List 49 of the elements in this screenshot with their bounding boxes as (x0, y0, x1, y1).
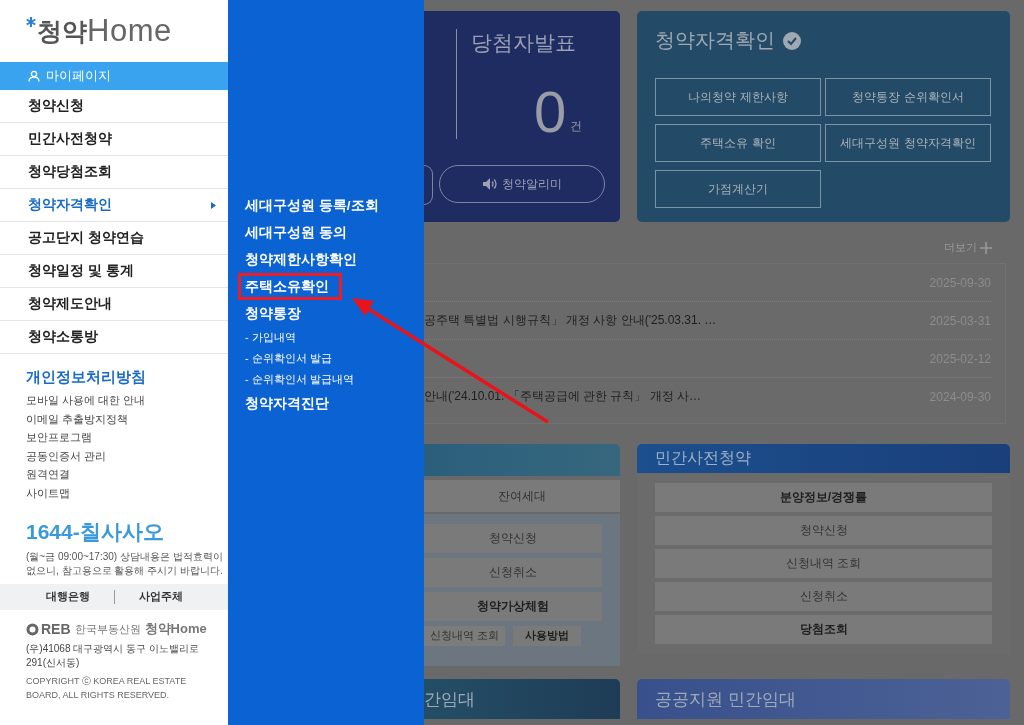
notice-title[interactable]: 안내('24.10.01. 「주택공급에 관한 규칙」 개정 사… (424, 388, 701, 405)
eligibility-button[interactable]: 세대구성원 청약자격확인 (825, 124, 991, 162)
card-header: 민간사전청약 (637, 444, 1010, 473)
plus-icon (980, 241, 992, 254)
footer-tab[interactable]: 대행은행 (21, 590, 114, 604)
speaker-icon (482, 178, 497, 190)
caret-icon (211, 201, 216, 209)
copyright-text: COPYRIGHT ⓒ KOREA REAL ESTATE BOARD, ALL RIGHTS RESERVED. (26, 675, 188, 702)
tab[interactable]: 잔여세대 (424, 480, 620, 512)
small-button[interactable]: 사용방법 (512, 626, 581, 646)
site-logo[interactable]: 청약Home (26, 13, 172, 49)
eligibility-button[interactable]: 나의청약 제한사항 (655, 78, 821, 116)
footer-link[interactable]: 사이트맵 (26, 483, 228, 502)
card-header: 공공지원 민간임대 (637, 679, 1010, 719)
footer-link[interactable]: 원격연결 (26, 465, 228, 484)
submenu-item[interactable]: 주택소유확인 (238, 273, 342, 300)
address-text: (우)41068 대구광역시 동구 이노밸리로 291(신서동) (26, 642, 200, 670)
footer-link[interactable]: 보안프로그램 (26, 428, 228, 447)
notice-title[interactable]: 공주택 특별법 시행규칙」 개정 사항 안내('25.03.31. … (424, 312, 717, 329)
submenu-item[interactable]: - 순위확인서 발급 (238, 348, 335, 369)
submenu-item[interactable]: 청약제한사항확인 (238, 246, 360, 273)
submenu-item[interactable]: 청약자격진단 (238, 390, 332, 417)
person-icon (28, 70, 40, 82)
footer-link[interactable]: 공동인증서 관리 (26, 446, 228, 465)
submenu-item[interactable]: - 가입내역 (238, 327, 299, 348)
eligibility-button[interactable]: 주택소유 확인 (655, 124, 821, 162)
submenu-item[interactable]: 세대구성원 등록/조회 (238, 192, 382, 219)
hours-note: (월~금 09:00~17:30) 상담내용은 법적효력이 없으니, 참고용으로 활용해 주시기 바랍니다. (26, 550, 224, 578)
card-header: 간임대 (424, 679, 620, 719)
eligibility-button[interactable]: 청약통장 순위확인서 (825, 78, 991, 116)
eligibility-button[interactable]: 가점계산기 (655, 170, 821, 208)
check-icon (783, 31, 801, 50)
presale-button[interactable]: 당첨조회 (655, 615, 992, 644)
brand-name: 청약Home (144, 620, 207, 638)
count-unit: 건 (570, 118, 583, 135)
footer-tab[interactable]: 사업주체 (113, 590, 207, 604)
footer-link[interactable]: 모바일 사용에 대한 안내 (26, 391, 228, 410)
apply-button[interactable]: 청약가상체험 (424, 592, 602, 621)
card-title: 청약자격확인 (655, 28, 775, 53)
submenu-item[interactable]: 세대구성원 동의 (238, 219, 350, 246)
submenu-item[interactable]: 청약통장 (238, 300, 304, 327)
org-logo: REB (26, 621, 71, 637)
submenu-item[interactable]: - 순위확인서 발급내역 (238, 369, 357, 390)
org-name: 한국부동산원 (74, 621, 141, 637)
footer-link[interactable]: 이메일 추출방지정책 (26, 409, 228, 428)
phone-number: 1644-칠사사오 (26, 519, 165, 545)
privacy-policy-link[interactable]: 개인정보처리방침 (26, 368, 228, 387)
count-value: 0 (534, 83, 567, 141)
presale-button[interactable]: 분양정보/경쟁률 (655, 483, 992, 512)
